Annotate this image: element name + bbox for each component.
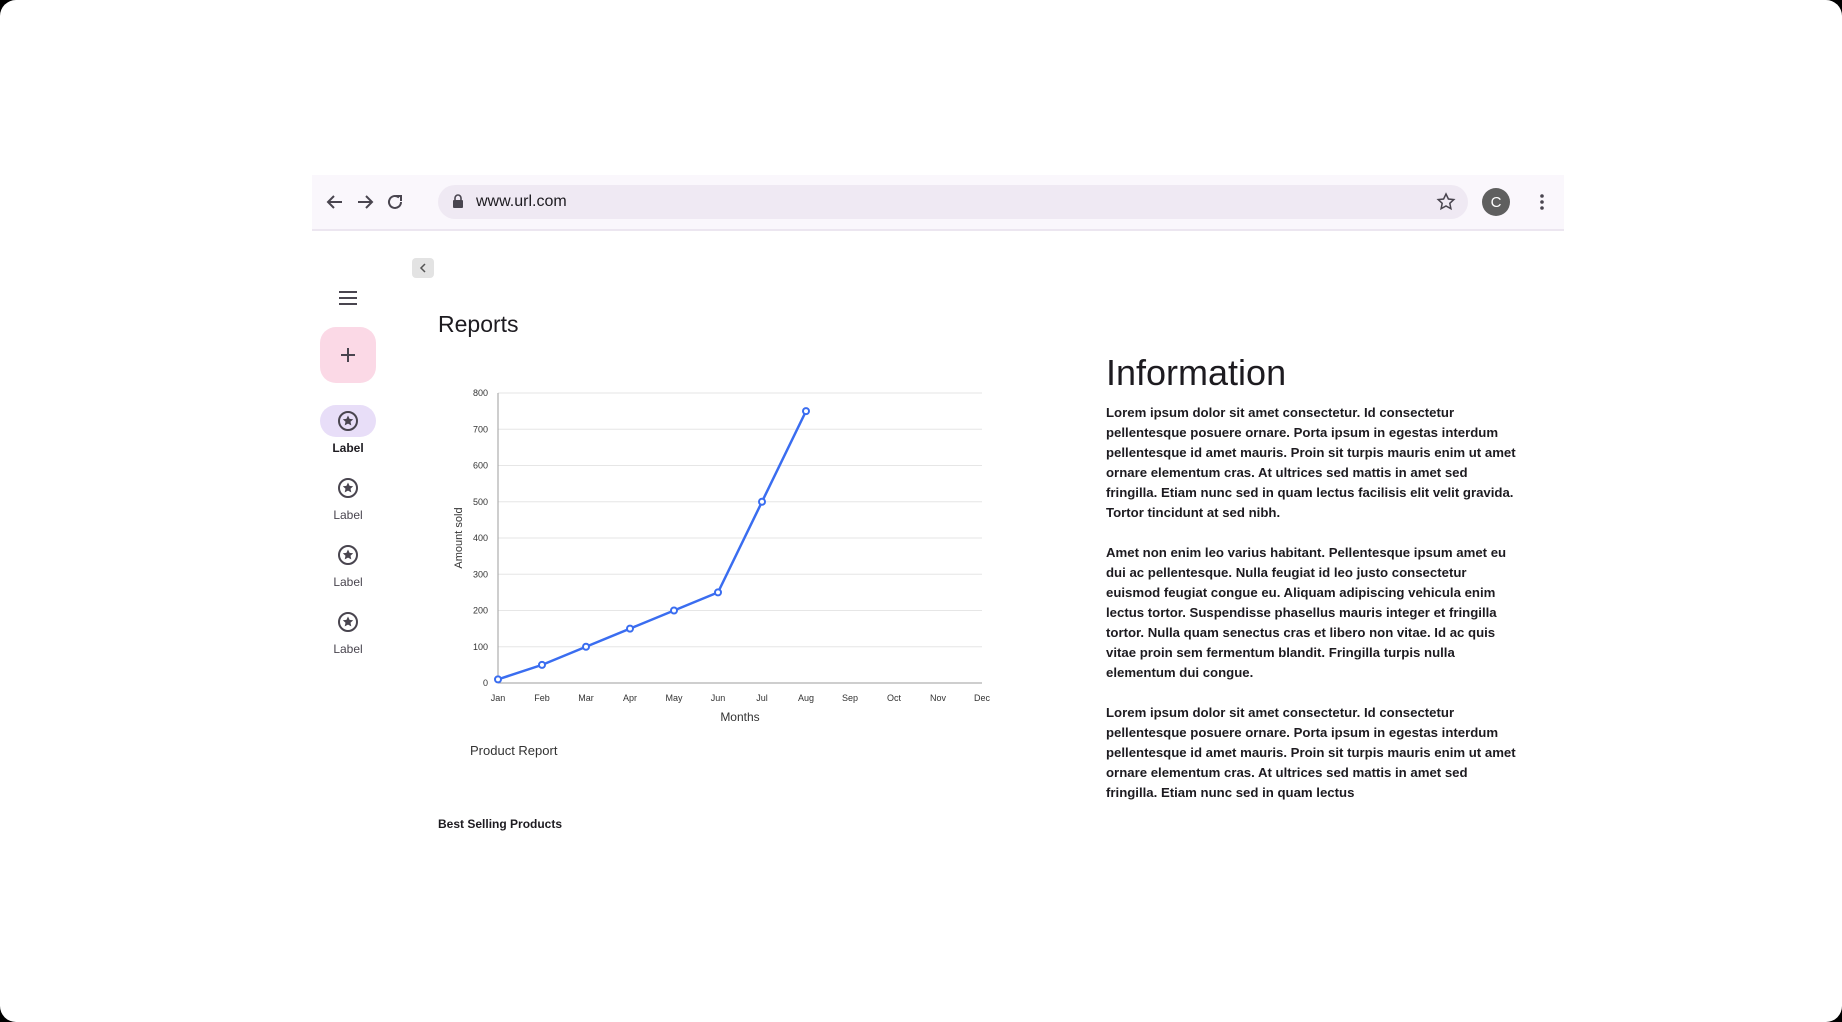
star-circle-icon [338,545,358,565]
collapse-panel-button[interactable] [412,258,434,278]
profile-avatar[interactable]: C [1482,188,1510,216]
rail-pill [320,606,376,638]
data-point [626,624,634,633]
data-point [758,497,766,506]
reload-icon [388,194,402,209]
y-tick-label: 600 [473,461,488,471]
chart-caption: Product Report [470,743,558,758]
rail-item-3[interactable]: Label [312,539,384,595]
hamburger-menu-icon [339,291,357,305]
plus-icon [341,348,355,362]
product-report-chart: 0 100 200 300 400 500 600 700 800 Jan Feb Mar Apr May… [438,363,1018,783]
x-tick-label: Jun [711,693,726,703]
y-tick-label: 200 [473,606,488,616]
x-tick-label: Jan [491,693,506,703]
y-tick-label: 700 [473,424,488,434]
menu-button[interactable] [335,285,361,311]
bookmark-star-icon[interactable] [1436,192,1456,212]
best-selling-heading: Best Selling Products [438,817,563,831]
y-tick-label: 800 [473,388,488,398]
rail-pill-active [320,405,376,437]
data-point [582,642,590,651]
star-circle-icon [338,411,358,431]
rail-item-1[interactable]: Label [312,405,384,461]
x-tick-label: May [665,693,683,703]
avatar-letter: C [1490,193,1502,211]
x-tick-label: Feb [534,693,550,703]
information-panel: Information Lorem ipsum dolor sit amet c… [1106,353,1516,823]
arrow-right-icon [358,195,374,209]
browser-window: www.url.com C Label Label Label Label Re… [312,175,1564,831]
rail-item-label: Label [333,508,363,522]
navigation-rail: Label Label Label Label [312,229,384,825]
y-tick-label: 500 [473,497,488,507]
y-axis-label: Amount sold [453,507,465,568]
rail-pill [320,472,376,504]
star-circle-icon [338,612,358,632]
screen: www.url.com C Label Label Label Label Re… [0,0,1842,1022]
data-point [538,660,546,669]
address-bar[interactable]: www.url.com [438,185,1468,219]
more-vert-icon [1540,194,1544,210]
info-paragraph: Lorem ipsum dolor sit amet consectetur. … [1106,404,1516,520]
x-tick-label: Apr [623,693,637,703]
series-line [497,410,808,681]
x-tick-label: Mar [578,693,594,703]
y-tick-label: 400 [473,533,488,543]
rail-item-2[interactable]: Label [312,472,384,528]
y-tick-label: 100 [473,642,488,652]
y-tick-label: 300 [473,569,488,579]
back-button[interactable] [322,189,348,215]
info-title: Information [1106,352,1287,393]
data-point [714,588,722,597]
x-tick-label: Dec [974,693,991,703]
x-axis-label: Months [720,710,759,724]
y-tick-label: 0 [483,678,488,688]
rail-item-label: Label [332,441,364,455]
x-tick-label: Oct [887,693,902,703]
forward-button[interactable] [352,189,378,215]
chevron-left-icon [419,263,426,273]
data-point [670,606,678,615]
rail-item-4[interactable]: Label [312,606,384,662]
star-circle-icon [338,478,358,498]
rail-item-label: Label [333,642,363,656]
browser-toolbar: www.url.com C [312,175,1564,231]
browser-menu-button[interactable] [1534,189,1550,215]
x-tick-label: Nov [930,693,947,703]
rail-item-label: Label [333,575,363,589]
lock-icon [453,194,463,208]
x-tick-label: Jul [756,693,768,703]
page-title: Reports [438,311,519,337]
reload-button[interactable] [382,189,408,215]
data-point [802,407,810,416]
line-chart: 0 100 200 300 400 500 600 700 800 Jan Feb Mar Apr May… [453,388,991,724]
url-text: www.url.com [476,193,567,210]
rail-pill [320,539,376,571]
x-tick-label: Sep [842,693,858,703]
info-paragraph: Lorem ipsum dolor sit amet consectetur. … [1106,704,1516,800]
info-paragraph: Amet non enim leo varius habitant. Pelle… [1106,544,1507,680]
x-tick-label: Aug [798,693,814,703]
data-point [494,675,502,684]
arrow-left-icon [326,195,342,209]
add-fab-button[interactable] [320,327,376,383]
